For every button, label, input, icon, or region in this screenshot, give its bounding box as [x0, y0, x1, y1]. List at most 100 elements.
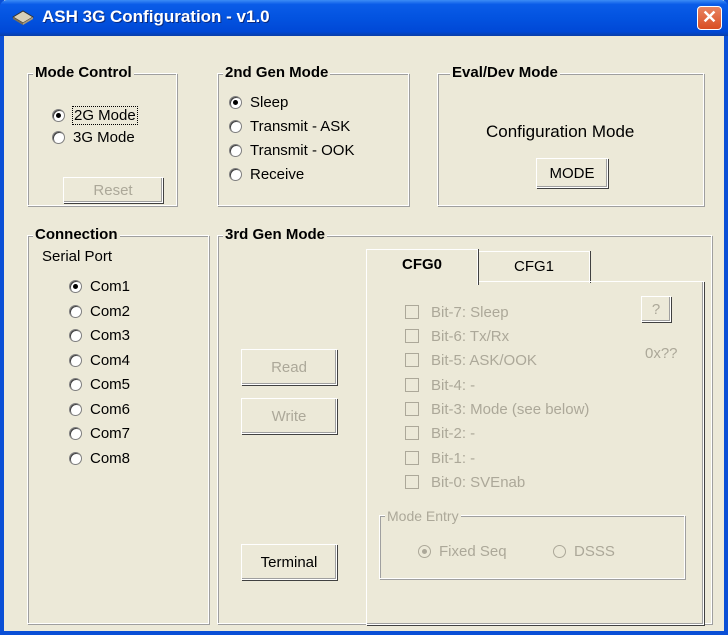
checkbox-bit-6[interactable]: Bit-6: Tx/Rx	[405, 325, 509, 347]
radio-label: DSSS	[574, 542, 615, 560]
checkbox-bit-1[interactable]: Bit-1: -	[405, 447, 475, 469]
radio-indicator[interactable]	[229, 95, 242, 109]
radio-indicator[interactable]	[69, 353, 82, 367]
radio-label: Com7	[90, 424, 131, 442]
eval-dev-mode-group: Eval/Dev Mode Configuration Mode MODE	[437, 63, 704, 206]
mode-control-group: Mode Control 2G Mode 3G Mode Reset	[27, 63, 177, 206]
radio-receive[interactable]: Receive	[229, 163, 304, 185]
radio-com1[interactable]: Com1	[69, 275, 130, 297]
mode-control-title: Mode Control	[33, 63, 134, 83]
radio-label: Transmit - ASK	[250, 117, 351, 135]
write-button[interactable]: Write	[241, 398, 337, 434]
radio-indicator[interactable]	[69, 328, 82, 342]
checkbox-label: Bit-0: SVEnab	[431, 473, 526, 491]
eval-dev-mode-title: Eval/Dev Mode	[450, 63, 560, 83]
checkbox-bit-3[interactable]: Bit-3: Mode (see below)	[405, 398, 589, 420]
hex-value-readout: 0x??	[645, 345, 678, 362]
radio-2g-mode[interactable]: 2G Mode	[52, 104, 138, 126]
radio-indicator[interactable]	[553, 544, 566, 558]
radio-indicator[interactable]	[69, 451, 82, 465]
window-title: ASH 3G Configuration - v1.0	[42, 7, 270, 26]
radio-dsss[interactable]: DSSS	[553, 540, 615, 562]
gen3-mode-title: 3rd Gen Mode	[223, 225, 328, 245]
radio-fixed-seq[interactable]: Fixed Seq	[418, 540, 507, 562]
title-bar[interactable]: ASH 3G Configuration - v1.0 ✕	[0, 0, 728, 36]
serial-port-label: Serial Port	[42, 248, 113, 265]
checkbox-box[interactable]	[405, 378, 419, 392]
radio-indicator[interactable]	[52, 108, 65, 122]
checkbox-label: Bit-4: -	[431, 376, 476, 394]
radio-com5[interactable]: Com5	[69, 373, 130, 395]
checkbox-label: Bit-5: ASK/OOK	[431, 351, 537, 369]
checkbox-box[interactable]	[405, 329, 419, 343]
radio-indicator[interactable]	[69, 426, 82, 440]
tab-cfg0[interactable]: CFG0	[366, 249, 478, 285]
radio-label: Com2	[90, 302, 131, 320]
tab-label: CFG0	[401, 256, 442, 273]
app-window: ASH 3G Configuration - v1.0 ✕ Mode Contr…	[0, 0, 728, 635]
radio-label: 2G Mode	[72, 105, 138, 125]
checkbox-bit-7[interactable]: Bit-7: Sleep	[405, 301, 509, 323]
radio-transmit-ook[interactable]: Transmit - OOK	[229, 139, 354, 161]
help-button[interactable]: ?	[641, 296, 671, 322]
tab-cfg1[interactable]: CFG1	[478, 251, 590, 283]
mode-entry-title: Mode Entry	[385, 506, 461, 526]
radio-com6[interactable]: Com6	[69, 398, 130, 420]
radio-label: Com1	[90, 277, 131, 295]
checkbox-label: Bit-1: -	[431, 449, 476, 467]
configuration-mode-status: Configuration Mode	[486, 122, 635, 141]
radio-transmit-ask[interactable]: Transmit - ASK	[229, 115, 350, 137]
radio-label: Sleep	[250, 93, 289, 111]
checkbox-bit-0[interactable]: Bit-0: SVEnab	[405, 471, 525, 493]
checkbox-bit-4[interactable]: Bit-4: -	[405, 374, 475, 396]
radio-indicator[interactable]	[229, 167, 242, 181]
radio-indicator[interactable]	[52, 130, 65, 144]
radio-indicator[interactable]	[69, 377, 82, 391]
radio-indicator[interactable]	[69, 402, 82, 416]
radio-indicator[interactable]	[69, 279, 82, 293]
checkbox-box[interactable]	[405, 402, 419, 416]
checkbox-label: Bit-6: Tx/Rx	[431, 327, 510, 345]
gen2-mode-group: 2nd Gen Mode Sleep Transmit - ASK Transm…	[217, 63, 409, 206]
gen2-mode-title: 2nd Gen Mode	[223, 63, 331, 83]
connection-group: Connection Serial Port Com1 Com2 Com3 Co…	[27, 225, 209, 624]
checkbox-box[interactable]	[405, 305, 419, 319]
checkbox-label: Bit-7: Sleep	[431, 303, 509, 321]
checkbox-label: Bit-3: Mode (see below)	[431, 400, 590, 418]
close-button[interactable]: ✕	[697, 6, 722, 30]
app-icon	[12, 10, 34, 25]
radio-indicator[interactable]	[229, 143, 242, 157]
terminal-button[interactable]: Terminal	[241, 544, 337, 580]
mode-entry-group: Mode Entry Fixed Seq DSSS	[379, 506, 685, 579]
reset-button[interactable]: Reset	[63, 177, 163, 203]
radio-label: Com5	[90, 375, 131, 393]
radio-label: Fixed Seq	[439, 542, 507, 560]
radio-label: Com8	[90, 449, 131, 467]
checkbox-bit-5[interactable]: Bit-5: ASK/OOK	[405, 349, 537, 371]
checkbox-label: Bit-2: -	[431, 424, 476, 442]
radio-com4[interactable]: Com4	[69, 349, 130, 371]
radio-indicator[interactable]	[229, 119, 242, 133]
checkbox-box[interactable]	[405, 475, 419, 489]
radio-com3[interactable]: Com3	[69, 324, 130, 346]
read-button[interactable]: Read	[241, 349, 337, 385]
checkbox-box[interactable]	[405, 353, 419, 367]
radio-com2[interactable]: Com2	[69, 300, 130, 322]
radio-com7[interactable]: Com7	[69, 422, 130, 444]
radio-indicator[interactable]	[418, 544, 431, 558]
radio-com8[interactable]: Com8	[69, 447, 130, 469]
connection-title: Connection	[33, 225, 120, 245]
checkbox-bit-2[interactable]: Bit-2: -	[405, 422, 475, 444]
mode-button[interactable]: MODE	[536, 158, 608, 188]
tab-label: CFG1	[513, 258, 554, 275]
radio-label: Com4	[90, 351, 131, 369]
radio-label: Receive	[250, 165, 305, 183]
radio-label: Com3	[90, 326, 131, 344]
radio-label: Com6	[90, 400, 131, 418]
checkbox-box[interactable]	[405, 451, 419, 465]
radio-3g-mode[interactable]: 3G Mode	[52, 126, 135, 148]
checkbox-box[interactable]	[405, 426, 419, 440]
cfg0-tab-panel: ? 0x?? Bit-7: Sleep Bit-6: Tx/Rx Bit-5: …	[366, 281, 704, 625]
radio-sleep[interactable]: Sleep	[229, 91, 288, 113]
radio-indicator[interactable]	[69, 304, 82, 318]
